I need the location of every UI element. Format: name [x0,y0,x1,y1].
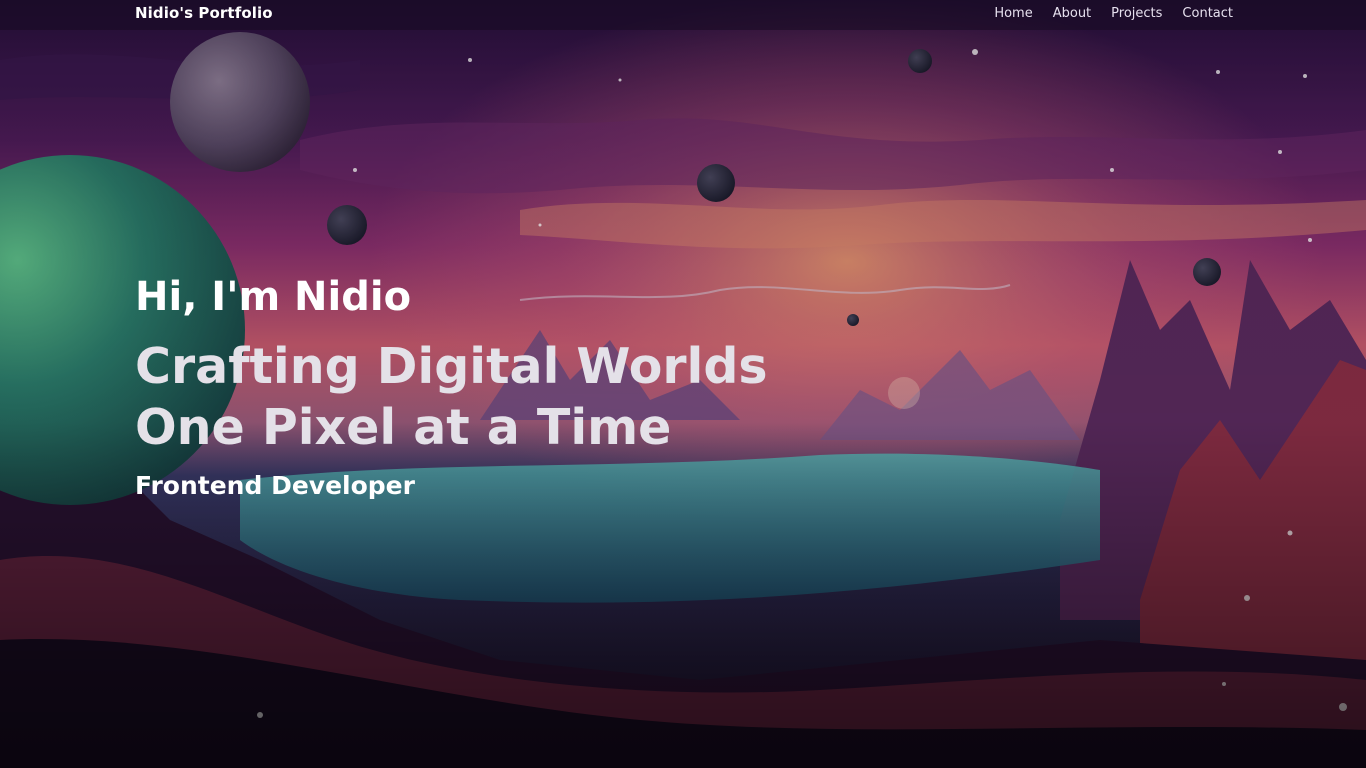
hero-title-line-1: Crafting Digital Worlds [135,338,768,395]
nav-links: Home About Projects Contact [994,6,1233,21]
nav-link-projects[interactable]: Projects [1111,6,1162,21]
nav-link-home[interactable]: Home [994,6,1032,21]
nav-link-contact[interactable]: Contact [1182,6,1233,21]
page: Nidio's Portfolio Home About Projects Co… [0,0,1366,768]
hero-greeting: Hi, I'm Nidio [135,274,412,320]
hero-title: Crafting Digital Worlds One Pixel at a T… [135,336,768,458]
hero-section: Hi, I'm Nidio Crafting Digital Worlds On… [135,272,768,502]
brand-logo-link[interactable]: Nidio's Portfolio [135,4,273,22]
top-navbar: Nidio's Portfolio Home About Projects Co… [0,0,1366,30]
hero-title-line-2: One Pixel at a Time [135,399,672,456]
hero-role: Frontend Developer [135,471,415,500]
nav-link-about[interactable]: About [1053,6,1091,21]
